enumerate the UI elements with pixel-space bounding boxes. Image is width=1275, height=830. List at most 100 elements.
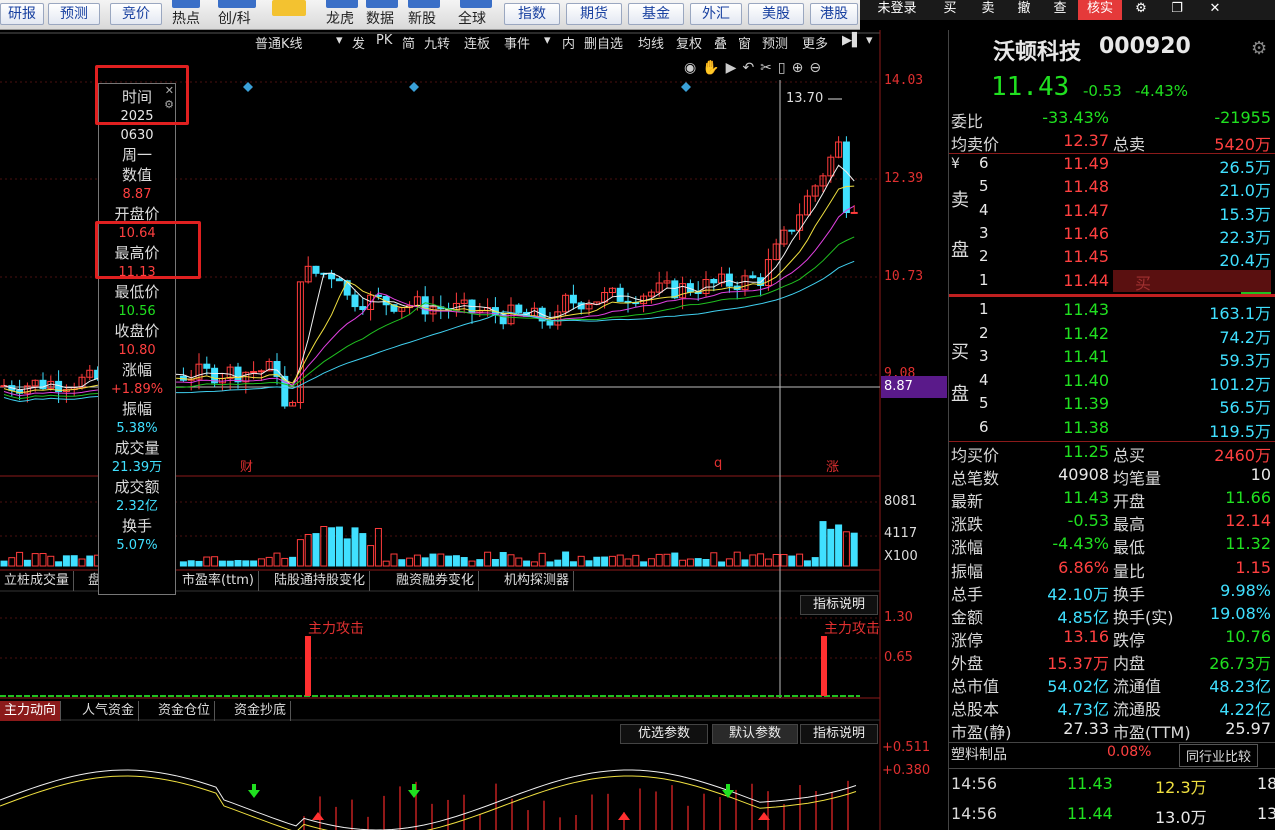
toolbar-fund-button[interactable]: 基金: [628, 3, 684, 25]
sell-button[interactable]: 卖: [970, 0, 1006, 20]
globe-icon[interactable]: [460, 0, 492, 8]
summary-row[interactable]: 均买价 11.25 总买 2460万: [949, 442, 1275, 465]
ask-row[interactable]: 5 11.48 21.0万: [949, 177, 1275, 200]
default-params-button[interactable]: 默认参数: [712, 724, 798, 744]
buy-button[interactable]: 买: [932, 0, 968, 20]
play-icon[interactable]: ▶: [726, 60, 743, 76]
tab-bottom-fishing[interactable]: 资金抄底: [230, 701, 292, 721]
kline-chart-area[interactable]: 普通K线 ▾ 发 PK 简 九转 连板 事件 ▾ 内 删自选 均线 复权 叠 窗…: [0, 30, 948, 830]
toolbar-usstock-button[interactable]: 美股: [748, 3, 804, 25]
tab-institution[interactable]: 机构探测器: [500, 571, 575, 591]
query-button[interactable]: 查: [1042, 0, 1078, 20]
ctb-ma[interactable]: 均线: [638, 33, 664, 52]
expand-panel-icon[interactable]: ▶▌: [842, 33, 862, 48]
bid-row[interactable]: 6 11.38 119.5万: [949, 418, 1275, 441]
tab-popularity[interactable]: 人气资金: [78, 701, 140, 721]
close-window-icon[interactable]: ✕: [1198, 0, 1232, 20]
tab-pe-ttm[interactable]: 市盈率(ttm): [178, 571, 260, 591]
toolbar-index-button[interactable]: 指数: [504, 3, 560, 25]
zoom-in-icon[interactable]: ⊕: [792, 60, 810, 76]
summary-row[interactable]: 总笔数 40908 均笔量 10: [949, 465, 1275, 488]
bid-row[interactable]: 5 11.39 56.5万: [949, 394, 1275, 417]
cancel-order-button[interactable]: 撤: [1006, 0, 1042, 20]
event-marker-limitup[interactable]: 涨: [826, 456, 839, 475]
summary-row[interactable]: 最新 11.43 开盘 11.66: [949, 488, 1275, 511]
restore-window-icon[interactable]: ❐: [1160, 0, 1194, 20]
ask-row[interactable]: 3 11.46 22.3万: [949, 224, 1275, 247]
tab-margin[interactable]: 融资融券变化: [392, 571, 480, 591]
indicator2-help-button[interactable]: 指标说明: [800, 724, 878, 744]
summary-row[interactable]: 总股本 4.73亿 流通股 4.22亿: [949, 696, 1275, 719]
summary-row[interactable]: 总市值 54.02亿 流通值 48.23亿: [949, 673, 1275, 696]
ctb-jian[interactable]: 简: [402, 33, 415, 52]
ask-row[interactable]: 6 11.49 26.5万: [949, 154, 1275, 177]
summary-row[interactable]: 振幅 6.86% 量比 1.15: [949, 558, 1275, 581]
industry-compare-button[interactable]: 同行业比较: [1179, 744, 1259, 767]
summary-row[interactable]: 外盘 15.37万 内盘 26.73万: [949, 650, 1275, 673]
order-stat-row[interactable]: 委比 -33.43% -21955: [949, 108, 1275, 131]
toolbar-auction-button[interactable]: 竞价: [110, 3, 162, 25]
toolbar-global-label[interactable]: 全球: [458, 8, 486, 28]
event-diamond-icon[interactable]: [243, 82, 253, 92]
zoom-out-icon[interactable]: ⊖: [809, 60, 827, 76]
chevron-down-icon[interactable]: ▾: [336, 33, 343, 48]
ctb-overlay[interactable]: 叠: [714, 33, 727, 52]
toolbar-chuangke-label[interactable]: 创/科: [218, 8, 251, 28]
toolbar-futures-button[interactable]: 期货: [566, 3, 622, 25]
toolbar-ipo-label[interactable]: 新股: [408, 8, 436, 28]
toolbar-forex-button[interactable]: 外汇: [690, 3, 742, 25]
ask-row[interactable]: 2 11.45 20.4万: [949, 247, 1275, 270]
ctb-fa[interactable]: 发: [352, 33, 365, 52]
panel-gear-icon[interactable]: ⚙: [1251, 38, 1267, 59]
toolbar-hotspot-label[interactable]: 热点: [172, 8, 200, 28]
tab-vol-post[interactable]: 立桩成交量: [0, 571, 75, 591]
tab-main-force[interactable]: 主力动向: [0, 701, 62, 721]
login-status-button[interactable]: 未登录: [866, 0, 928, 20]
kline-type-select[interactable]: 普通K线: [255, 33, 303, 52]
ipo-icon[interactable]: [408, 0, 440, 8]
summary-row[interactable]: 涨停 13.16 跌停 10.76: [949, 627, 1275, 650]
event-diamond-icon[interactable]: [681, 82, 691, 92]
ctb-jiuzhuan[interactable]: 九转: [424, 33, 450, 52]
ctb-events[interactable]: 事件: [504, 33, 530, 52]
tab-position[interactable]: 资金仓位: [154, 701, 216, 721]
optimal-params-button[interactable]: 优选参数: [620, 724, 708, 744]
eye-icon[interactable]: ◉: [684, 60, 702, 76]
ctb-delete-watchlist[interactable]: 删自选: [584, 33, 623, 52]
data-icon[interactable]: [366, 0, 398, 8]
back-arrow-icon[interactable]: [272, 0, 306, 16]
tab-hk-connect[interactable]: 陆股通持股变化: [270, 571, 371, 591]
toolbar-research-button[interactable]: 研报: [0, 3, 44, 25]
hotspot-icon[interactable]: [172, 0, 200, 8]
toolbar-data-label[interactable]: 数据: [366, 8, 394, 28]
industry-row[interactable]: 塑料制品 0.08% 同行业比较: [949, 744, 1275, 767]
ctb-pk[interactable]: PK: [376, 33, 392, 48]
event-diamond-icon[interactable]: [409, 82, 419, 92]
summary-row[interactable]: 涨幅 -4.43% 最低 11.32: [949, 534, 1275, 557]
ctb-lianban[interactable]: 连板: [464, 33, 490, 52]
chevron-down-icon[interactable]: ▾: [544, 33, 551, 48]
ctb-window[interactable]: 窗: [738, 33, 751, 52]
order-stat-row[interactable]: 均卖价 12.37 总卖 5420万: [949, 131, 1275, 154]
longhu-icon[interactable]: [326, 0, 358, 8]
ctb-nei[interactable]: 内: [562, 33, 575, 52]
summary-row[interactable]: 金额 4.85亿 换手(实) 19.08%: [949, 604, 1275, 627]
tick-row[interactable]: 14:56 11.44 13.0万 13: [949, 804, 1275, 827]
ctb-more[interactable]: 更多: [802, 33, 828, 52]
scissors-icon[interactable]: ✂: [760, 60, 778, 76]
bid-row[interactable]: 2 11.42 74.2万: [949, 324, 1275, 347]
ctb-adjust[interactable]: 复权: [676, 33, 702, 52]
ask-row[interactable]: 4 11.47 15.3万: [949, 201, 1275, 224]
undo-icon[interactable]: ↶: [742, 60, 760, 76]
bid-row[interactable]: 1 11.43 163.1万: [949, 300, 1275, 323]
event-marker-q[interactable]: q: [714, 456, 722, 471]
chuangke-icon[interactable]: [218, 0, 256, 8]
bid-row[interactable]: 3 11.41 59.3万: [949, 347, 1275, 370]
summary-row[interactable]: 市盈(静) 27.33 市盈(TTM) 25.97: [949, 719, 1275, 742]
toolbar-forecast-button[interactable]: 预测: [48, 3, 100, 25]
summary-row[interactable]: 涨跌 -0.53 最高 12.14: [949, 511, 1275, 534]
bid-row[interactable]: 4 11.40 101.2万: [949, 371, 1275, 394]
verify-button[interactable]: 核实: [1078, 0, 1122, 20]
lock-icon[interactable]: ▯: [778, 60, 792, 76]
hand-icon[interactable]: ✋: [702, 60, 725, 76]
